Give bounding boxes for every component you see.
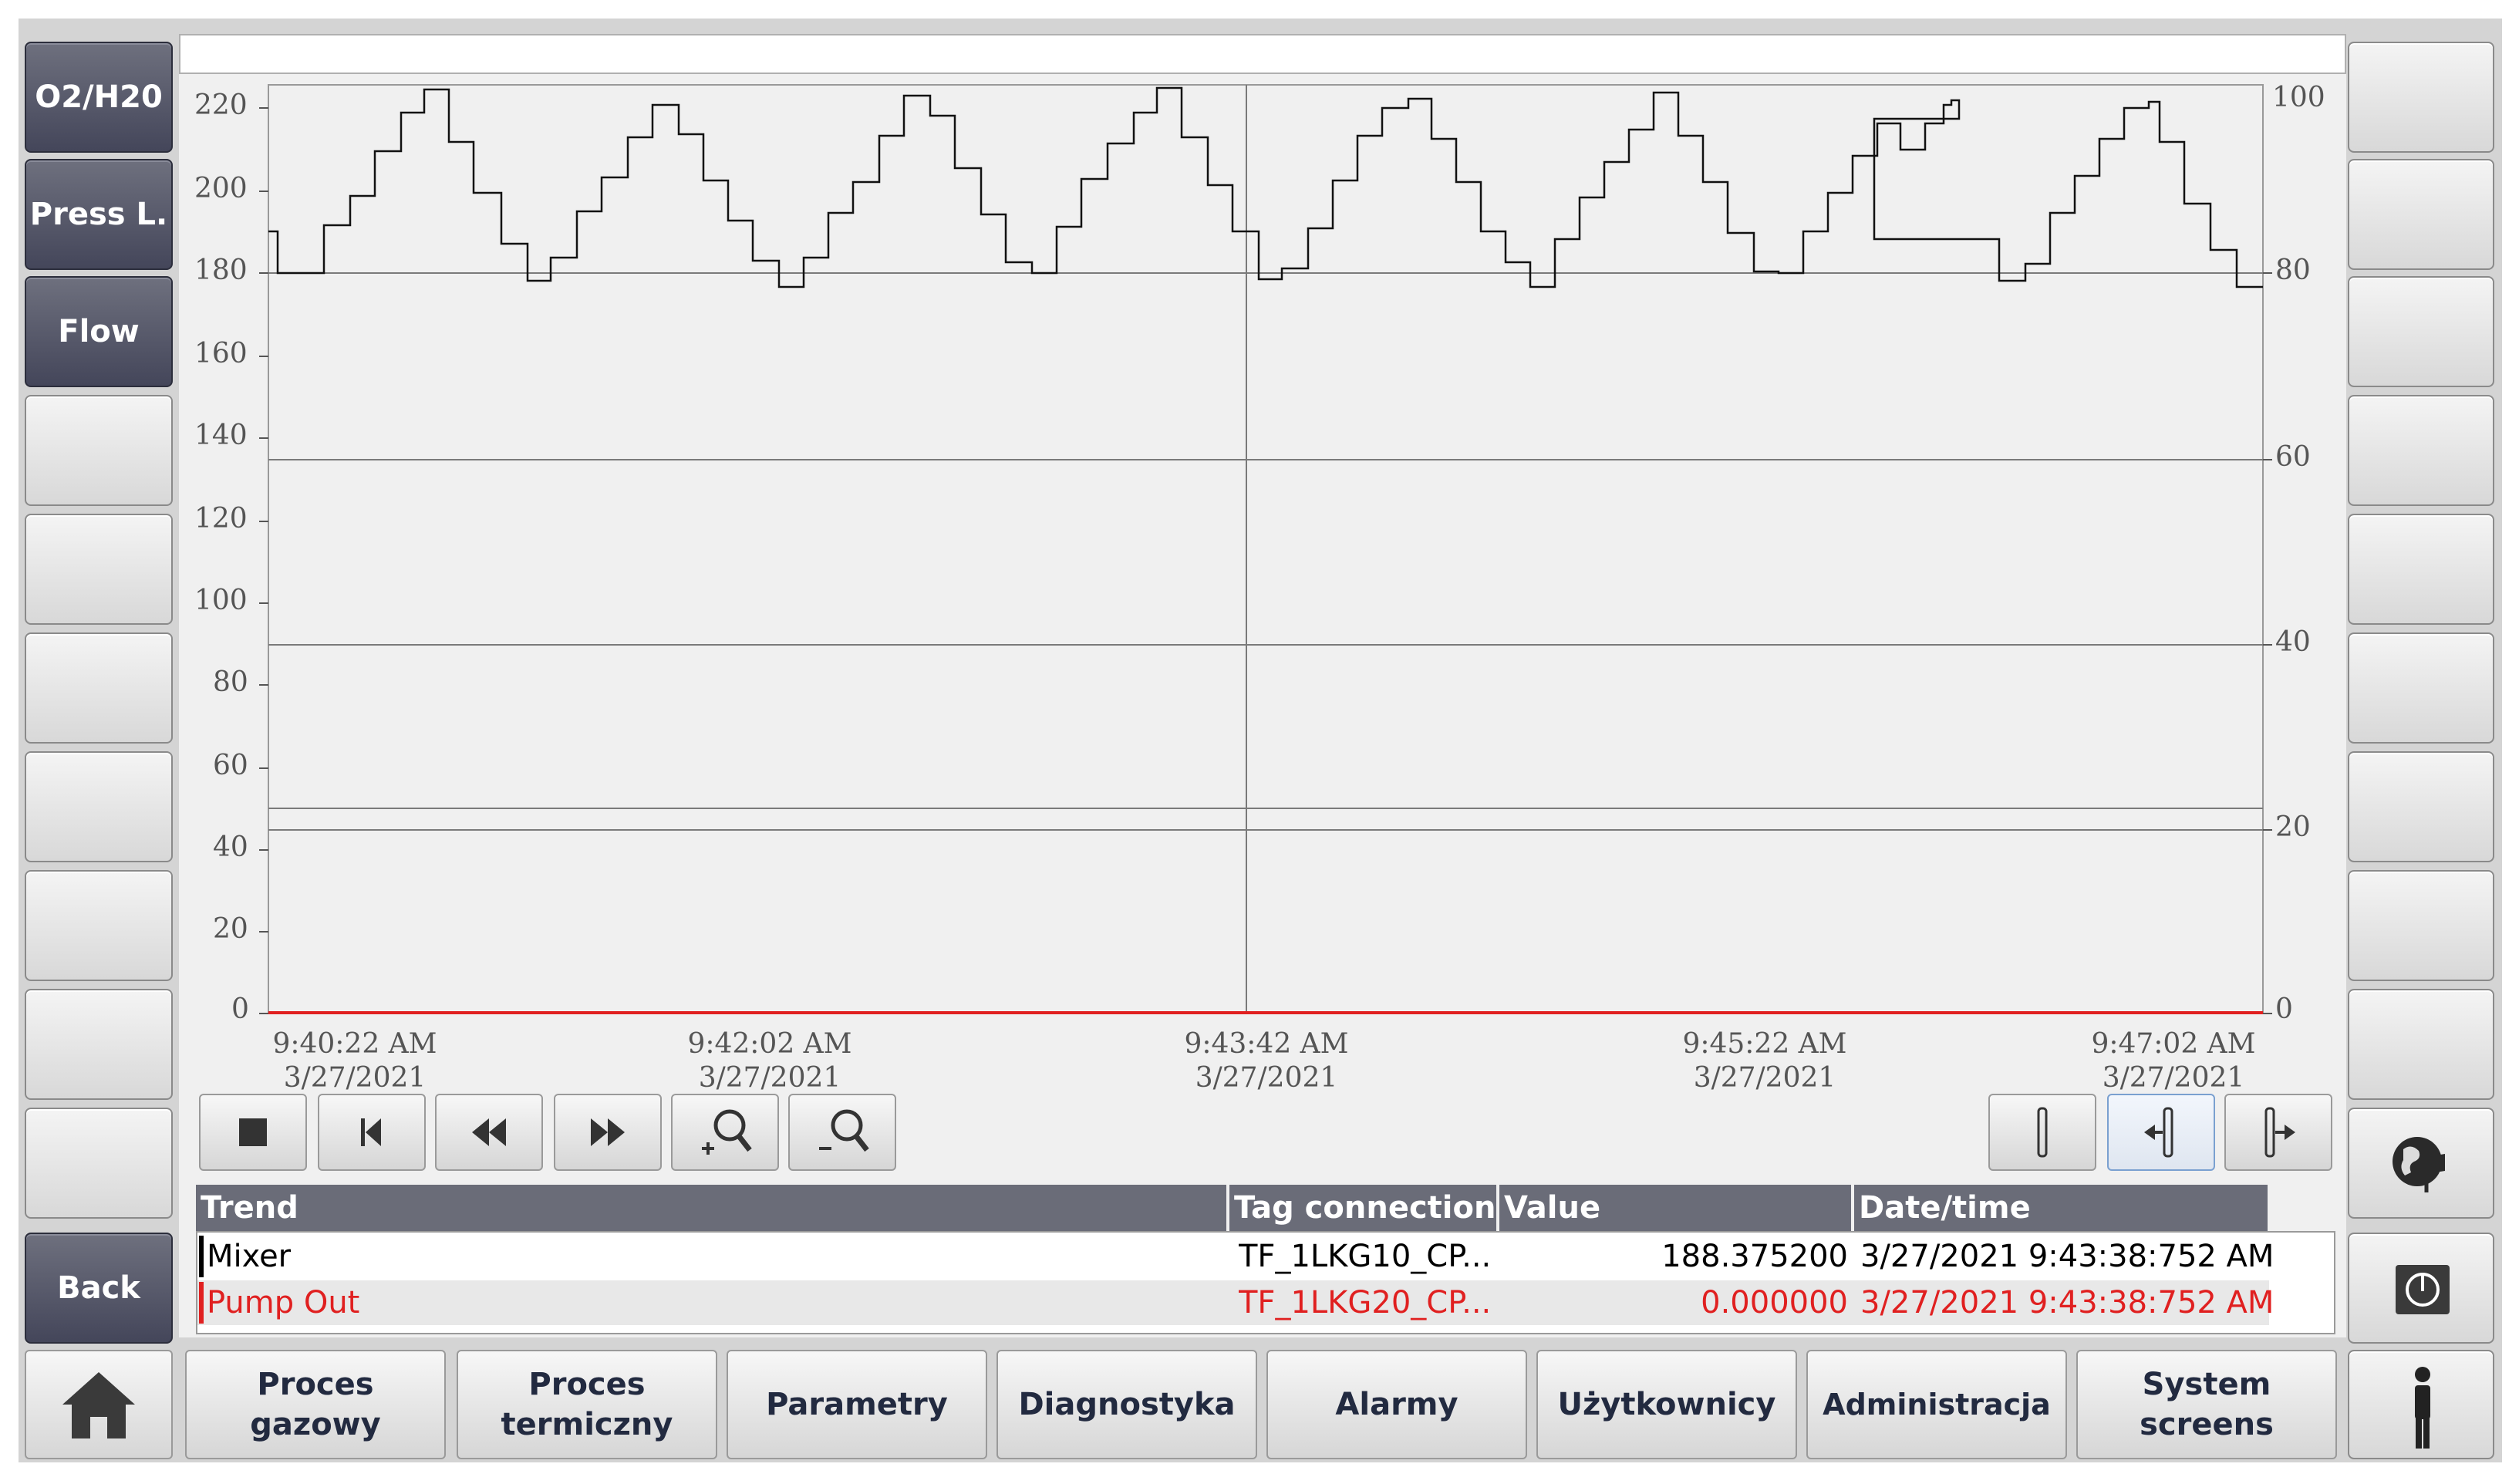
nav-proces-termiczny[interactable]: Proces termiczny [457, 1350, 717, 1459]
zoom-out-button[interactable] [788, 1094, 896, 1171]
nav-parametry[interactable]: Parametry [727, 1350, 987, 1459]
table-row[interactable]: Mixer TF_1LKG10_CP... 188.375200 3/27/20… [197, 1234, 2274, 1279]
nav-administracja[interactable]: Administracja [1806, 1350, 2067, 1459]
y-tick-160: 160 [194, 338, 248, 369]
y-tick-200: 200 [194, 173, 248, 204]
y2-tick-80: 80 [2275, 255, 2311, 286]
ruler-button[interactable] [1988, 1094, 2096, 1171]
stop-button[interactable] [199, 1094, 307, 1171]
zoom-in-icon [702, 1109, 752, 1155]
y-tick-0: 0 [231, 993, 249, 1025]
nav-uzytkownicy[interactable]: Użytkownicy [1536, 1350, 1797, 1459]
y-tick-80: 80 [213, 666, 248, 698]
ruler-left-button[interactable] [2107, 1094, 2215, 1171]
first-button[interactable] [318, 1094, 426, 1171]
y-tick-20: 20 [213, 913, 248, 945]
rewind-button[interactable] [435, 1094, 543, 1171]
col-header-datetime[interactable]: Date/time [1854, 1185, 2268, 1231]
home-icon [62, 1372, 135, 1438]
y-tick-180: 180 [194, 255, 248, 286]
y-tick-120: 120 [194, 503, 248, 535]
y-tick-60: 60 [213, 750, 248, 781]
x-label-3: 9:43:42 AM 3/27/2021 [1184, 1028, 1349, 1094]
forward-icon [591, 1118, 625, 1146]
y2-tick-100: 100 [2272, 82, 2325, 113]
y-tick-100: 100 [194, 585, 248, 616]
x-label-2: 9:42:02 AM 3/27/2021 [687, 1028, 852, 1094]
y-tick-220: 220 [194, 89, 248, 121]
home-button[interactable] [25, 1350, 173, 1459]
forward-button[interactable] [554, 1094, 662, 1171]
nav-system-screens[interactable]: System screens [2076, 1350, 2337, 1459]
ruler-left-icon [2144, 1107, 2173, 1158]
x-label-1: 9:40:22 AM 3/27/2021 [272, 1028, 437, 1094]
y2-tick-20: 20 [2275, 811, 2311, 843]
x-label-5: 9:47:02 AM 3/27/2021 [2091, 1028, 2256, 1094]
first-icon [361, 1118, 381, 1146]
ruler-right-icon [2264, 1107, 2295, 1158]
rewind-icon [472, 1118, 506, 1146]
x-label-4: 9:45:22 AM 3/27/2021 [1682, 1028, 1847, 1094]
y2-tick-0: 0 [2275, 993, 2293, 1025]
zoom-out-icon [819, 1109, 869, 1152]
nav-proces-gazowy[interactable]: Proces gazowy [185, 1350, 446, 1459]
col-header-value[interactable]: Value [1499, 1185, 1851, 1231]
nav-alarmy[interactable]: Alarmy [1266, 1350, 1527, 1459]
y2-tick-60: 60 [2275, 441, 2311, 473]
y2-tick-40: 40 [2275, 626, 2311, 658]
col-header-trend[interactable]: Trend [196, 1185, 1226, 1231]
table-row[interactable]: Pump Out TF_1LKG20_CP... 0.000000 3/27/2… [197, 1280, 2274, 1325]
col-header-tag[interactable]: Tag connection [1229, 1185, 1496, 1231]
zoom-in-button[interactable] [671, 1094, 779, 1171]
y-tick-140: 140 [194, 420, 248, 451]
nav-diagnostyka[interactable]: Diagnostyka [996, 1350, 1257, 1459]
stop-icon [239, 1118, 267, 1146]
y-tick-40: 40 [213, 831, 248, 863]
ruler-right-button[interactable] [2224, 1094, 2332, 1171]
ruler-icon [2037, 1107, 2048, 1158]
